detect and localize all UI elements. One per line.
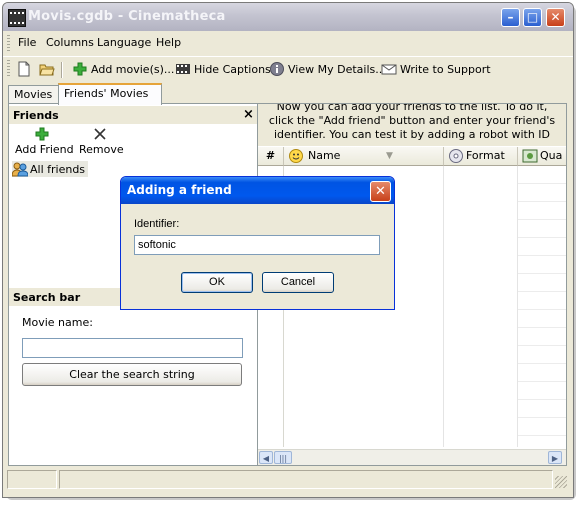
menu-grip[interactable] [7, 35, 10, 51]
grid-column [518, 166, 566, 447]
maximize-icon: □ [526, 10, 539, 24]
menu-language[interactable]: Language [97, 36, 151, 49]
column-format-label: Format [466, 149, 505, 162]
add-friend-button[interactable]: Add Friend [15, 126, 74, 158]
add-movies-button[interactable]: Add movie(s)... [72, 61, 174, 77]
open-file-button[interactable] [39, 61, 58, 77]
toolbar-grip[interactable] [7, 60, 10, 76]
tab-friends-movies[interactable]: Friends' Movies [58, 83, 162, 105]
info-message: Now you can add your friends to the list… [258, 104, 566, 146]
open-folder-icon [39, 61, 55, 77]
close-icon: ✕ [375, 184, 386, 199]
minimize-button[interactable]: – [501, 8, 520, 27]
column-header-name[interactable]: Name ▼ [284, 147, 444, 166]
film-strip-icon [175, 61, 191, 77]
status-bar [3, 468, 573, 490]
new-file-icon [16, 61, 32, 77]
close-icon: ✕ [550, 10, 561, 24]
column-name-label: Name [308, 149, 341, 162]
toolbar: Add movie(s)... Hide Captions View My De… [3, 56, 573, 81]
menu-columns[interactable]: Columns [46, 36, 94, 49]
write-support-button[interactable]: Write to Support [381, 61, 491, 77]
grid-column [444, 166, 518, 447]
scroll-left-button[interactable]: ◀ [259, 451, 273, 464]
info-line: identifier. You can test it by adding a … [273, 128, 551, 141]
movie-name-label: Movie name: [22, 316, 93, 329]
cancel-button[interactable]: Cancel [262, 272, 334, 293]
friends-panel-title: Friends [13, 109, 59, 122]
toolbar-separator [61, 62, 63, 78]
quality-icon [522, 148, 538, 164]
status-cell [59, 470, 553, 489]
column-quality-label: Qua [540, 149, 563, 162]
scroll-right-button[interactable]: ▶ [548, 451, 562, 464]
info-line: click the "Add friend" button and enter … [268, 114, 556, 127]
maximize-button[interactable]: □ [523, 8, 542, 27]
menu-bar: File Columns Language Help [3, 32, 573, 54]
tab-movies[interactable]: Movies [8, 85, 62, 103]
users-icon [11, 161, 29, 177]
disc-icon [448, 148, 464, 164]
friends-panel-header: Friends × [9, 106, 257, 124]
horizontal-scrollbar[interactable]: ◀ ||| ▶ [258, 449, 566, 465]
hide-captions-label: Hide Captions [194, 62, 271, 76]
close-panel-icon[interactable]: × [243, 107, 254, 122]
view-details-button[interactable]: View My Details... [269, 61, 386, 77]
identifier-input[interactable] [134, 235, 380, 255]
hide-captions-button[interactable]: Hide Captions [175, 61, 271, 77]
info-line: Now you can add your friends to the list… [276, 104, 548, 113]
resize-grip[interactable] [555, 476, 567, 488]
column-header-number[interactable]: # [258, 147, 284, 166]
close-button[interactable]: ✕ [546, 8, 565, 27]
envelope-icon [381, 61, 397, 77]
column-number-label: # [265, 149, 276, 162]
remove-friend-button[interactable]: Remove [79, 126, 124, 158]
minimize-icon: – [507, 10, 514, 24]
remove-label: Remove [79, 143, 124, 156]
write-support-label: Write to Support [400, 62, 491, 76]
clear-search-button[interactable]: Clear the search string [22, 363, 242, 386]
plus-icon [72, 61, 88, 77]
new-file-button[interactable] [16, 61, 35, 77]
identifier-label: Identifier: [134, 218, 180, 230]
view-details-label: View My Details... [288, 62, 386, 76]
menu-file[interactable]: File [18, 36, 36, 49]
dialog-title: Adding a friend [127, 183, 232, 197]
add-friend-dialog: Adding a friend ✕ Identifier: OK Cancel [120, 176, 395, 310]
ok-button[interactable]: OK [181, 272, 253, 293]
title-bar[interactable]: Movis.cgdb - Cinematheca – □ ✕ [3, 3, 573, 31]
film-strip-icon [8, 9, 26, 27]
dialog-title-bar[interactable]: Adding a friend ✕ [121, 177, 394, 204]
status-cell [7, 470, 57, 489]
sort-down-icon: ▼ [386, 151, 393, 161]
scroll-thumb[interactable]: ||| [274, 451, 292, 464]
smiley-icon [288, 148, 304, 164]
movie-name-input[interactable] [22, 338, 243, 358]
search-panel-title: Search bar [13, 291, 81, 304]
column-header-format[interactable]: Format [444, 147, 518, 166]
dialog-close-button[interactable]: ✕ [370, 181, 391, 202]
column-header-quality[interactable]: Qua [518, 147, 566, 166]
tree-item-all-friends[interactable]: All friends [11, 161, 89, 177]
add-friend-label: Add Friend [15, 143, 74, 156]
menu-help[interactable]: Help [156, 36, 181, 49]
add-movies-label: Add movie(s)... [91, 62, 175, 76]
window-title: Movis.cgdb - Cinematheca [28, 9, 226, 24]
all-friends-label: All friends [30, 162, 86, 176]
info-icon [269, 61, 285, 77]
